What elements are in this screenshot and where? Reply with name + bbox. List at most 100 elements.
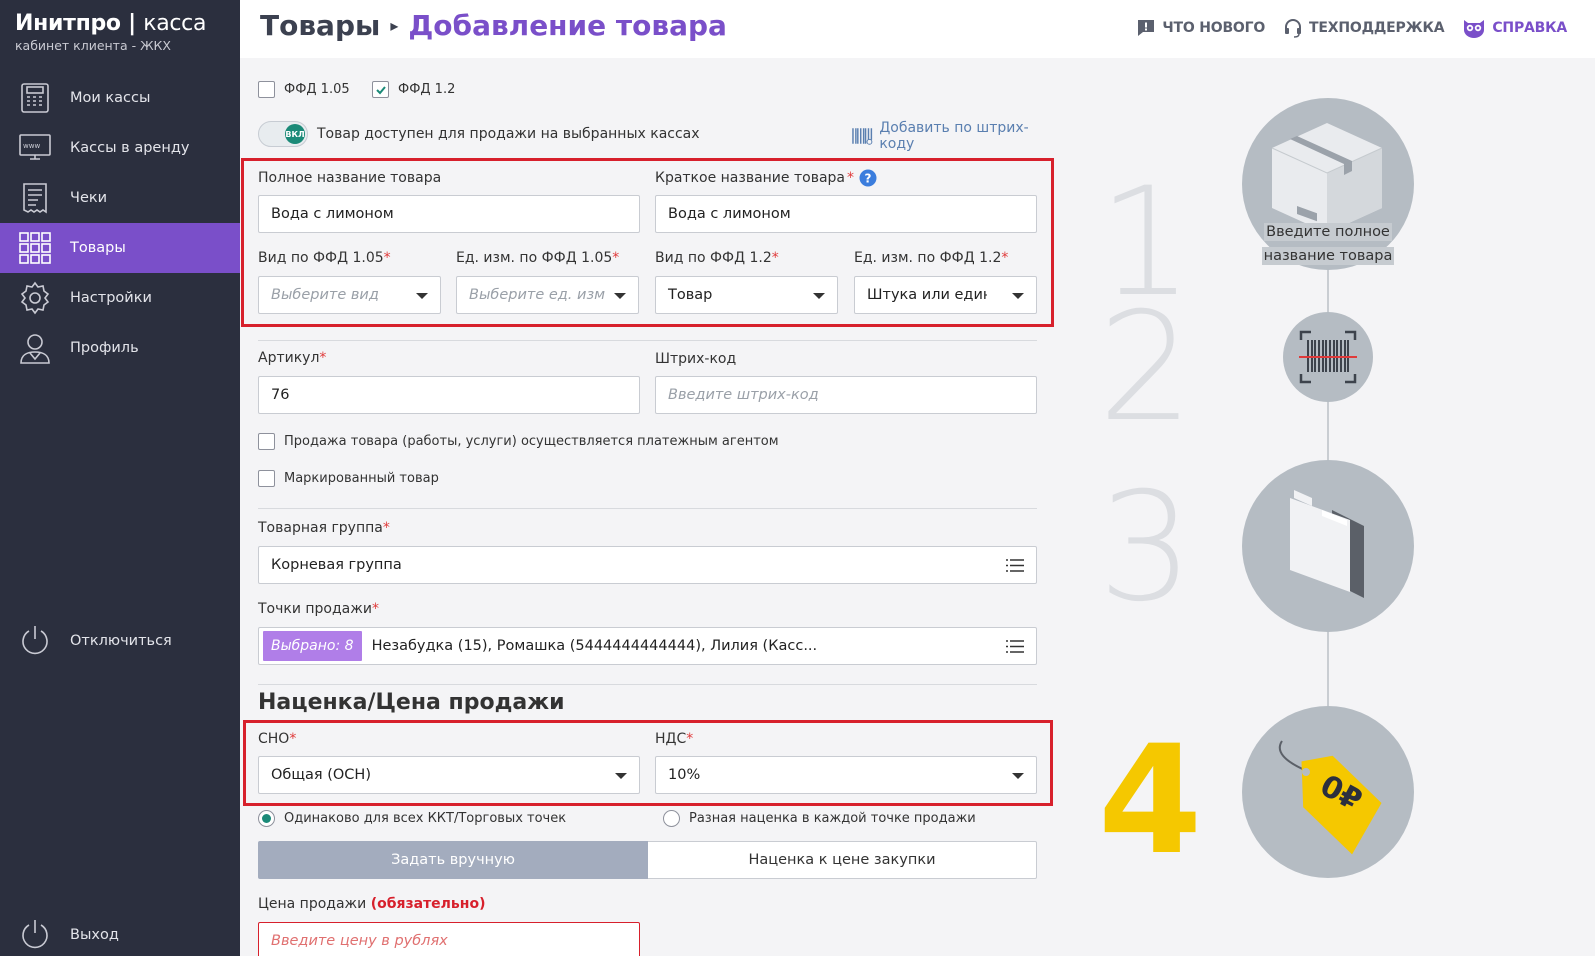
disconnect-button[interactable]: Отключиться (17, 623, 172, 659)
radio-diff[interactable] (663, 810, 680, 827)
divider (258, 508, 1037, 509)
power-icon (17, 623, 53, 659)
sidebar-item-label: Товары (70, 240, 126, 256)
gear-icon (17, 280, 53, 316)
barcode-scan-icon (1299, 330, 1357, 384)
support-label: ТЕХПОДДЕРЖКА (1309, 20, 1445, 36)
help-link[interactable]: СПРАВКА (1462, 18, 1567, 38)
ffd12-checkbox-row[interactable]: ФФД 1.2 (372, 81, 455, 98)
power-icon (17, 917, 53, 953)
marked-checkbox[interactable] (258, 470, 275, 487)
points-select[interactable]: Выбрано: 8 Незабудка (15), Ромашка (5444… (258, 627, 1037, 665)
barcode-icon (852, 128, 873, 145)
step2-circle (1283, 312, 1373, 402)
step-number-4: 4 (1098, 714, 1203, 888)
sidebar-item-label: Профиль (70, 340, 139, 356)
svg-text:www: www (23, 142, 40, 150)
brand-subtitle: кабинет клиента - ЖКХ (15, 38, 171, 53)
step1-text: Введите полное название товара (1261, 223, 1395, 265)
radio-diff-label: Разная наценка в каждой точке продажи (689, 811, 976, 826)
sidebar-item-label: Мои кассы (70, 90, 151, 106)
whats-new-label: ЧТО НОВОГО (1162, 20, 1266, 36)
seg-manual-button[interactable]: Задать вручную (258, 841, 648, 879)
headset-icon (1285, 19, 1302, 38)
points-value: Незабудка (15), Ромашка (5444444444444),… (371, 638, 818, 654)
ffd12-label: ФФД 1.2 (398, 82, 456, 97)
highlight-box-name (241, 158, 1054, 327)
whats-new-link[interactable]: ЧТО НОВОГО (1136, 18, 1265, 38)
sidebar-nav: Мои кассы www Кассы в аренду Чеки Товары… (0, 73, 240, 373)
folder-icon (1290, 490, 1364, 598)
availability-toggle-row: ВКЛ Товар доступен для продажи на выбран… (258, 121, 700, 147)
message-alert-icon (1138, 20, 1155, 36)
support-link[interactable]: ТЕХПОДДЕРЖКА (1283, 18, 1445, 38)
ffd105-label: ФФД 1.05 (284, 82, 350, 97)
sidebar-item-products[interactable]: Товары (0, 223, 240, 273)
sidebar-item-label: Настройки (70, 290, 152, 306)
radio-same-row[interactable]: Одинаково для всех ККТ/Торговых точек (258, 810, 566, 827)
availability-toggle[interactable]: ВКЛ (258, 121, 308, 147)
receipt-icon (17, 180, 53, 216)
divider (258, 684, 1037, 685)
group-select[interactable]: Корневая группа (258, 546, 1037, 584)
highlight-box-tax (243, 720, 1053, 806)
sidebar-item-my-cash[interactable]: Мои кассы (0, 73, 240, 123)
exit-button[interactable]: Выход (17, 917, 119, 953)
group-label: Товарная группа* (258, 520, 390, 536)
price-input[interactable]: Введите цену в рублях (258, 922, 640, 956)
marked-checkbox-row[interactable]: Маркированный товар (258, 470, 439, 487)
sidebar-item-rental[interactable]: www Кассы в аренду (0, 123, 240, 173)
ffd12-checkbox[interactable] (372, 81, 389, 98)
article-input[interactable]: 76 (258, 376, 640, 414)
article-label: Артикул* (258, 350, 327, 366)
breadcrumb-products[interactable]: Товары (260, 9, 380, 42)
header: Товары ▸ Добавление товара ЧТО НОВОГО ТЕ… (240, 0, 1595, 58)
owl-icon (1464, 20, 1485, 38)
sidebar-item-receipts[interactable]: Чеки (0, 173, 240, 223)
header-links: ЧТО НОВОГО ТЕХПОДДЕРЖКА СПРАВКА (1136, 18, 1567, 38)
marked-label: Маркированный товар (284, 471, 439, 486)
user-icon (17, 330, 53, 366)
points-label: Точки продажи* (258, 601, 379, 617)
sidebar-item-profile[interactable]: Профиль (0, 323, 240, 373)
steps-illustration: 1 Введите полное название товара 2 3 4 0… (1070, 58, 1595, 956)
ffd105-checkbox-row[interactable]: ФФД 1.05 (258, 81, 350, 98)
markup-title: Наценка/Цена продажи (258, 690, 565, 715)
toggle-knob: ВКЛ (285, 124, 305, 144)
divider (258, 340, 1037, 341)
check-icon (375, 85, 386, 94)
barcode-label: Штрих-код (655, 351, 737, 367)
sidebar: Инитпро | касса кабинет клиента - ЖКХ Мо… (0, 0, 240, 956)
add-by-barcode-label: Добавить по штрих-коду (879, 120, 1029, 152)
radio-diff-row[interactable]: Разная наценка в каждой точке продажи (663, 810, 976, 827)
list-icon[interactable] (1006, 559, 1024, 572)
ffd105-checkbox[interactable] (258, 81, 275, 98)
agent-checkbox[interactable] (258, 433, 275, 450)
price-label: Цена продажи (обязательно) (258, 896, 486, 912)
brand[interactable]: Инитпро | касса кабинет клиента - ЖКХ (15, 11, 206, 53)
exit-label: Выход (70, 927, 119, 943)
list-icon[interactable] (1006, 640, 1024, 653)
brand-name: Инитпро | касса (15, 11, 207, 36)
step4-circle: 0₽ (1242, 706, 1414, 878)
help-label: СПРАВКА (1492, 20, 1567, 36)
agent-label: Продажа товара (работы, услуги) осуществ… (284, 434, 779, 449)
sidebar-item-settings[interactable]: Настройки (0, 273, 240, 323)
radio-same[interactable] (258, 810, 275, 827)
points-count-badge: Выбрано: 8 (263, 631, 362, 661)
step3-circle (1242, 460, 1414, 632)
sidebar-item-label: Чеки (70, 190, 108, 206)
web-terminal-icon: www (17, 130, 53, 166)
add-by-barcode-link[interactable]: Добавить по штрих-коду (852, 120, 1058, 152)
seg-markup-button[interactable]: Наценка к цене закупки (648, 841, 1037, 879)
page-title: Добавление товара (408, 9, 727, 42)
availability-label: Товар доступен для продажи на выбранных … (317, 126, 700, 142)
agent-checkbox-row[interactable]: Продажа товара (работы, услуги) осуществ… (258, 433, 779, 450)
disconnect-label: Отключиться (70, 633, 172, 649)
sidebar-item-label: Кассы в аренду (70, 140, 190, 156)
radio-same-label: Одинаково для всех ККТ/Торговых точек (284, 811, 567, 826)
breadcrumb: Товары ▸ Добавление товара (260, 9, 727, 42)
step-number-3: 3 (1098, 461, 1194, 635)
barcode-input[interactable]: Введите штрих-код (655, 376, 1037, 414)
step-number-2: 2 (1098, 281, 1194, 455)
